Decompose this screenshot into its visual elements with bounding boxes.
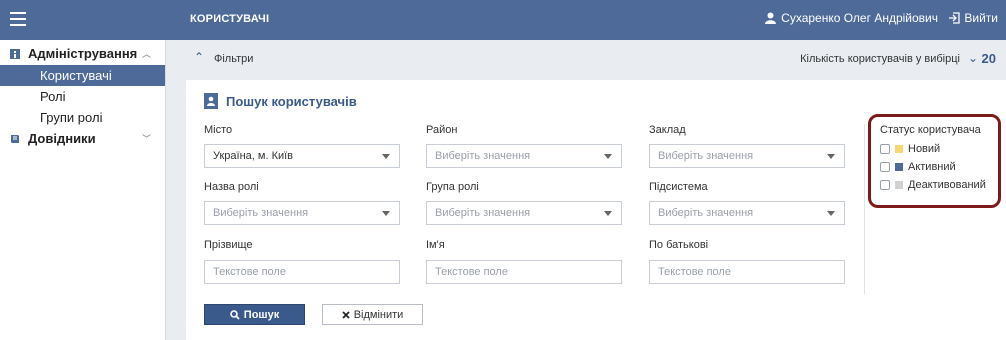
search-panel-title: Пошук користувачів [204,93,357,109]
status-option-new[interactable]: Новий [880,142,940,156]
cancel-button-label: Відмінити [353,308,404,321]
search-icon [229,309,240,320]
status-color-swatch [895,181,903,189]
sidebar-section-label: Довідники [28,131,96,146]
caret-down-icon [382,154,390,159]
surname-label: Прізвище [204,239,253,251]
role-group-label: Група ролі [426,181,479,193]
status-checkbox[interactable] [880,144,890,154]
user-icon [765,12,777,24]
logout-label: Вийти [964,11,998,25]
status-color-swatch [895,145,903,153]
district-select[interactable]: Виберіть значення [426,144,622,168]
patronymic-input[interactable]: Текстове поле [649,260,845,284]
user-count-label: Кількість користувачів у вибірці [800,53,960,65]
user-status-title: Статус користувача [880,124,981,136]
logout-icon [949,12,961,24]
sidebar-section-administration[interactable]: Адміністрування ︿ [0,43,165,65]
district-select-placeholder: Виберіть значення [435,150,531,162]
page-title: КОРИСТУВАЧІ [190,13,270,25]
status-option-deactivated[interactable]: Деактивований [880,178,986,192]
close-icon [342,310,350,319]
role-name-select[interactable]: Виберіть значення [204,201,400,225]
city-select[interactable]: Україна, м. Київ [204,144,400,168]
filters-bar: ⌃ Фільтри Кількість користувачів у вибір… [178,48,1004,70]
logout-button[interactable]: Вийти [948,11,998,25]
caret-down-icon [604,211,612,216]
city-select-value: Україна, м. Київ [213,150,294,162]
role-name-label: Назва ролі [204,181,259,193]
role-group-select[interactable]: Виберіть значення [426,201,622,225]
first-name-input[interactable]: Текстове поле [426,260,622,284]
caret-down-icon [604,154,612,159]
status-checkbox[interactable] [880,180,890,190]
chevron-down-icon: ﹀ [141,134,151,144]
status-option-label: Активний [908,161,956,173]
info-icon [10,49,20,59]
chevron-up-icon: ︿ [141,49,151,59]
menu-icon[interactable] [10,12,26,26]
chevron-up-icon[interactable]: ⌃ [194,50,204,64]
status-color-swatch [895,163,903,171]
district-label: Район [426,124,458,136]
role-name-select-placeholder: Виберіть значення [213,207,309,219]
subsystem-select[interactable]: Виберіть значення [649,201,845,225]
user-count-value: 20 [981,51,996,66]
chevron-down-icon[interactable]: ⌄ [968,51,978,65]
role-group-select-placeholder: Виберіть значення [435,207,531,219]
sidebar-item-role-groups[interactable]: Групи ролі [0,107,165,128]
status-option-active[interactable]: Активний [880,160,956,174]
status-option-label: Новий [908,143,941,155]
search-button-label: Пошук [243,308,280,321]
patronymic-label: По батькові [649,239,709,251]
sidebar-section-directories[interactable]: Довідники ﹀ [0,128,165,150]
cancel-button[interactable]: Відмінити [322,304,423,325]
search-button[interactable]: Пошук [204,304,305,325]
user-name: Сухаренко Олег Андрійович [781,11,938,25]
divider [864,124,865,294]
first-name-label: Ім'я [426,239,445,251]
top-bar: КОРИСТУВАЧІ Сухаренко Олег Андрійович Ви… [0,0,1006,40]
filters-toggle[interactable]: Фільтри [214,53,253,65]
institution-select-placeholder: Виберіть значення [658,150,754,162]
sidebar-section-label: Адміністрування [28,46,138,61]
caret-down-icon [827,211,835,216]
caret-down-icon [382,211,390,216]
surname-input[interactable]: Текстове поле [204,260,400,284]
institution-label: Заклад [649,124,686,136]
status-option-label: Деактивований [908,179,986,191]
institution-select[interactable]: Виберіть значення [649,144,845,168]
sidebar: Адміністрування ︿ Користувачі Ролі Групи… [0,40,166,340]
status-checkbox[interactable] [880,162,890,172]
caret-down-icon [827,154,835,159]
city-label: Місто [204,124,233,136]
user-profile[interactable]: Сухаренко Олег Андрійович [765,11,938,25]
sidebar-item-roles[interactable]: Ролі [0,86,165,107]
subsystem-label: Підсистема [649,181,708,193]
sidebar-item-users[interactable]: Користувачі [0,65,165,86]
subsystem-select-placeholder: Виберіть значення [658,207,754,219]
user-card-icon [204,93,218,109]
search-panel-title-text: Пошук користувачів [226,93,357,109]
book-icon [11,135,19,143]
